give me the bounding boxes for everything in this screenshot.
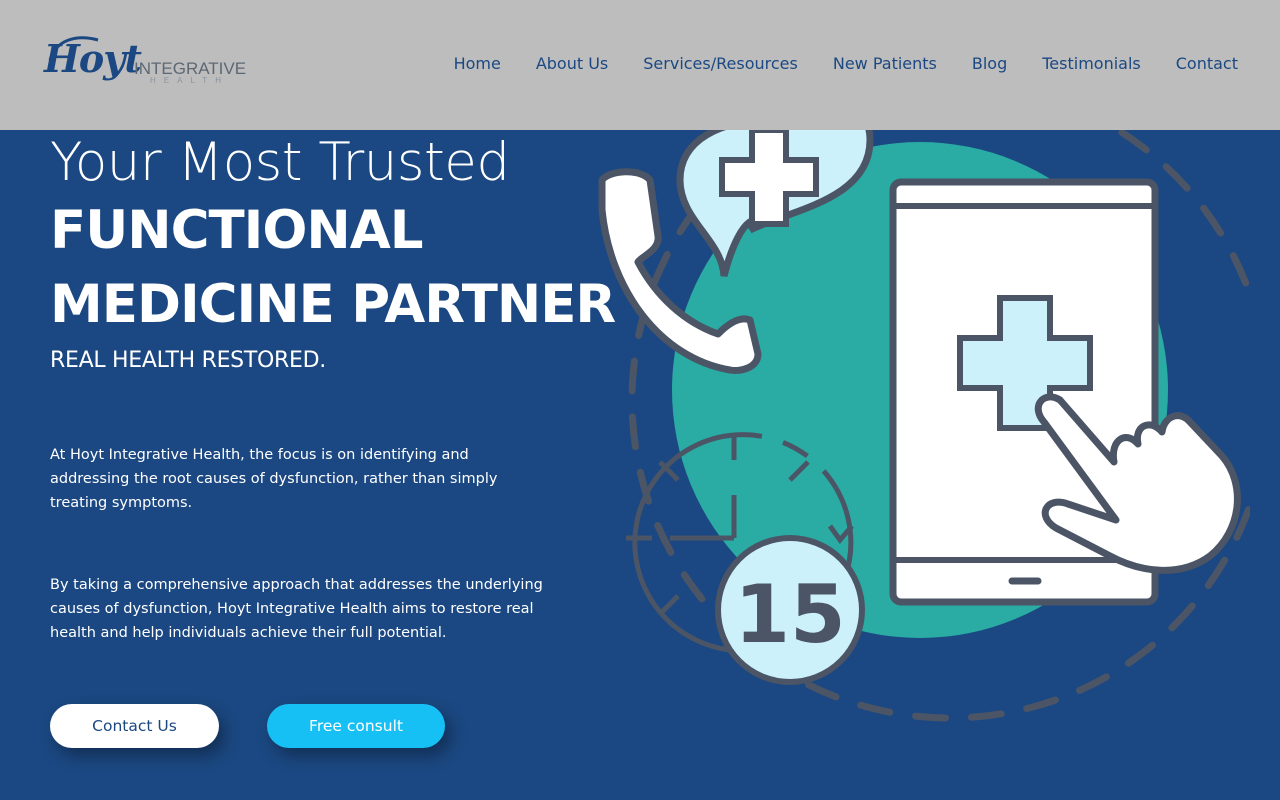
hero-heading: Your Most Trusted FUNCTIONAL MEDICINE PA…	[50, 130, 630, 376]
nav-blog[interactable]: Blog	[972, 52, 1007, 76]
logo-sub-text: HEALTH	[150, 76, 229, 85]
telehealth-illustration: 15	[598, 100, 1250, 722]
nav-services-resources[interactable]: Services/Resources	[643, 52, 798, 76]
nav-home[interactable]: Home	[454, 52, 501, 76]
logo-script-text: Hoyt	[44, 36, 142, 81]
contact-us-button[interactable]: Contact Us	[50, 704, 219, 748]
hero-title-line1: Your Most Trusted	[50, 132, 510, 193]
hero-title-line2: FUNCTIONAL	[50, 200, 424, 261]
site-header: Hoyt INTEGRATIVE HEALTH Home About Us Se…	[0, 0, 1280, 130]
hero-paragraph-2: By taking a comprehensive approach that …	[50, 577, 543, 641]
site-logo[interactable]: Hoyt INTEGRATIVE HEALTH	[44, 34, 246, 96]
hero-title-line3: MEDICINE PARTNER	[50, 274, 616, 335]
timer-value: 15	[734, 568, 845, 661]
main-nav: Home About Us Services/Resources New Pat…	[454, 52, 1238, 76]
nav-contact[interactable]: Contact	[1176, 52, 1238, 76]
nav-new-patients[interactable]: New Patients	[833, 52, 937, 76]
nav-about-us[interactable]: About Us	[536, 52, 608, 76]
nav-testimonials[interactable]: Testimonials	[1042, 52, 1141, 76]
timer-badge: 15	[715, 535, 865, 685]
hero-tagline: REAL HEALTH RESTORED.	[50, 348, 326, 373]
hero-paragraph-1: At Hoyt Integrative Health, the focus is…	[50, 447, 498, 511]
free-consult-button[interactable]: Free consult	[267, 704, 445, 748]
